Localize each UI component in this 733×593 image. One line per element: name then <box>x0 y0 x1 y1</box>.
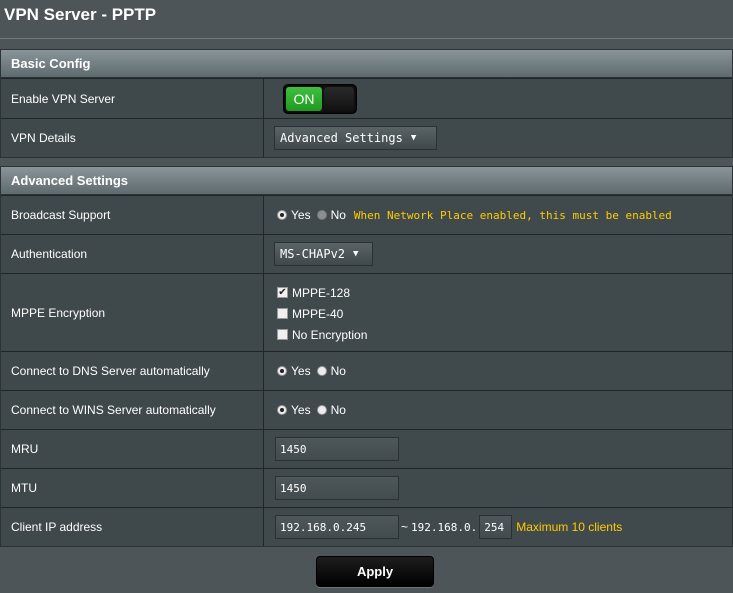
basic-config-header: Basic Config <box>1 50 732 78</box>
page-title: VPN Server - PPTP <box>4 5 157 24</box>
advanced-settings-section: Advanced Settings Broadcast Support Yes … <box>0 166 733 547</box>
broadcast-no-label: No <box>330 208 346 222</box>
toggle-on-label: ON <box>286 86 322 111</box>
mppe-label: MPPE Encryption <box>1 274 264 351</box>
mppe-128-option[interactable]: ✔ MPPE-128 <box>277 286 373 300</box>
enable-vpn-row: Enable VPN Server ON <box>1 78 732 118</box>
wins-yes-label: Yes <box>291 403 311 417</box>
mppe-row: MPPE Encryption ✔ MPPE-128 MPPE-40 No En… <box>1 273 732 351</box>
client-ip-start-input[interactable]: 192.168.0.245 <box>275 515 399 539</box>
broadcast-no-radio[interactable] <box>316 210 327 220</box>
dns-row: Connect to DNS Server automatically Yes … <box>1 351 732 390</box>
wins-no-radio[interactable] <box>316 405 327 415</box>
enable-vpn-toggle[interactable]: ON <box>283 83 357 114</box>
advanced-settings-header: Advanced Settings <box>1 167 732 195</box>
mppe-128-label: MPPE-128 <box>292 285 351 300</box>
mppe-40-checkbox[interactable] <box>277 308 288 319</box>
no-encryption-checkbox[interactable] <box>277 329 288 340</box>
vpn-details-value: Advanced Settings <box>280 131 403 145</box>
mppe-128-checkbox[interactable]: ✔ <box>277 287 288 298</box>
client-ip-hint: Maximum 10 clients <box>516 520 623 534</box>
authentication-value: MS-CHAPv2 <box>280 247 346 261</box>
mru-label: MRU <box>1 430 264 468</box>
mtu-input[interactable]: 1450 <box>275 476 399 500</box>
authentication-label: Authentication <box>1 235 264 273</box>
vpn-details-select[interactable]: Advanced Settings ▼ <box>274 126 437 150</box>
mru-input[interactable]: 1450 <box>275 437 399 461</box>
apply-button[interactable]: Apply <box>316 556 434 587</box>
broadcast-yes-radio[interactable] <box>277 210 287 220</box>
authentication-row: Authentication MS-CHAPv2 ▼ <box>1 234 732 273</box>
no-encryption-option[interactable]: No Encryption <box>277 328 373 342</box>
dns-label: Connect to DNS Server automatically <box>1 352 264 390</box>
range-tilde: ~ <box>401 520 409 534</box>
client-ip-end-prefix: 192.168.0. <box>411 520 478 534</box>
vpn-details-row: VPN Details Advanced Settings ▼ <box>1 118 732 157</box>
mru-row: MRU 1450 <box>1 429 732 468</box>
broadcast-yes-label: Yes <box>291 208 311 222</box>
mtu-row: MTU 1450 <box>1 468 732 507</box>
wins-row: Connect to WINS Server automatically Yes… <box>1 390 732 429</box>
client-ip-row: Client IP address 192.168.0.245 ~ 192.16… <box>1 507 732 546</box>
mtu-label: MTU <box>1 469 264 507</box>
dns-no-radio[interactable] <box>316 366 327 376</box>
broadcast-hint: When Network Place enabled, this must be… <box>353 208 672 222</box>
toggle-knob <box>324 86 354 111</box>
mppe-40-option[interactable]: MPPE-40 <box>277 307 373 321</box>
dns-yes-label: Yes <box>291 364 311 378</box>
client-ip-label: Client IP address <box>1 508 264 546</box>
chevron-down-icon: ▼ <box>353 249 359 259</box>
dns-yes-radio[interactable] <box>277 366 287 376</box>
wins-no-label: No <box>330 403 346 417</box>
basic-config-section: Basic Config Enable VPN Server ON VPN De… <box>0 49 733 158</box>
mppe-40-label: MPPE-40 <box>292 306 344 321</box>
wins-label: Connect to WINS Server automatically <box>1 391 264 429</box>
wins-yes-radio[interactable] <box>277 405 287 415</box>
title-divider <box>0 38 733 39</box>
no-encryption-label: No Encryption <box>292 327 368 342</box>
vpn-details-label: VPN Details <box>1 119 264 157</box>
enable-vpn-label: Enable VPN Server <box>1 79 264 118</box>
broadcast-label: Broadcast Support <box>1 196 264 234</box>
authentication-select[interactable]: MS-CHAPv2 ▼ <box>274 242 373 266</box>
chevron-down-icon: ▼ <box>410 133 417 143</box>
client-ip-end-input[interactable]: 254 <box>479 515 513 539</box>
dns-no-label: No <box>330 364 346 378</box>
broadcast-row: Broadcast Support Yes No When Network Pl… <box>1 195 732 234</box>
